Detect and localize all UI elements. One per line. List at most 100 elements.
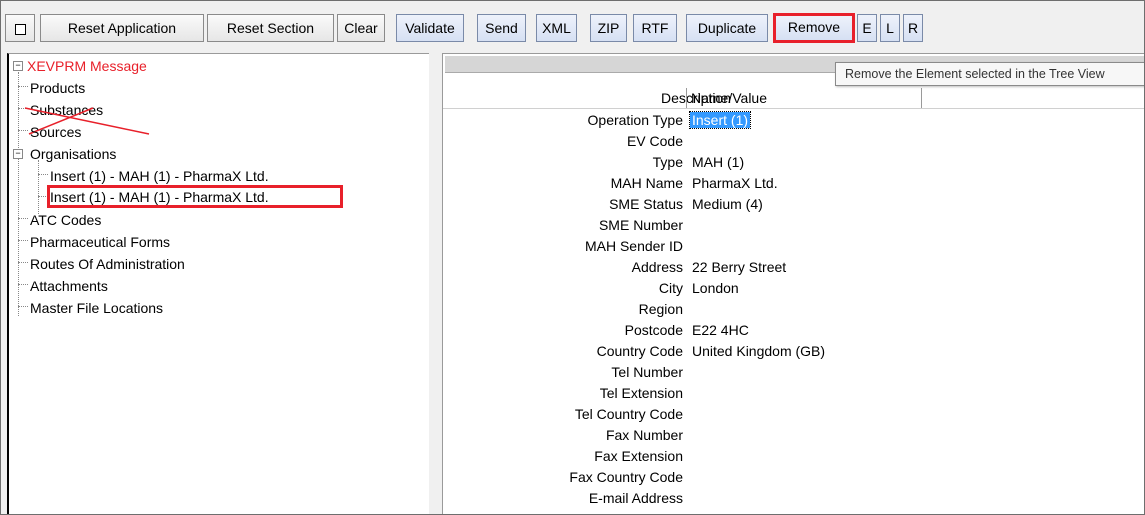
property-row[interactable]: Address 22 Berry Street	[443, 257, 1143, 278]
property-row[interactable]: Tel Country Code	[443, 404, 1143, 425]
property-value[interactable]: London	[692, 278, 739, 299]
property-description: Fax Extension	[594, 448, 683, 464]
tree-view[interactable]: − XEVPRM Message Products Substances Sou…	[9, 54, 429, 514]
property-value[interactable]: 22 Berry Street	[692, 257, 786, 278]
tree-connector	[18, 262, 28, 263]
property-value[interactable]: E22 4HC	[692, 320, 749, 341]
window-menu-button[interactable]	[5, 14, 35, 42]
collapse-icon[interactable]: −	[13, 149, 23, 159]
property-grid-panel[interactable]: Description Name/Value Operation Type Ins…	[442, 53, 1144, 514]
property-row[interactable]: SME Status Medium (4)	[443, 194, 1143, 215]
tree-connector	[18, 306, 28, 307]
validate-button[interactable]: Validate	[396, 14, 464, 42]
column-header-name-value[interactable]: Name/Value	[691, 88, 767, 108]
e-button[interactable]: E	[857, 14, 877, 42]
window-square-icon	[15, 24, 26, 35]
tree-connector	[18, 86, 28, 87]
duplicate-button[interactable]: Duplicate	[686, 14, 768, 42]
property-description: E-mail Address	[588, 490, 683, 506]
property-row[interactable]: Tel Number	[443, 362, 1143, 383]
property-row[interactable]: Comment	[443, 509, 1143, 514]
property-row[interactable]: Fax Extension	[443, 446, 1143, 467]
tree-node-organisation-item[interactable]: Insert (1) - MAH (1) - PharmaX Ltd.	[50, 166, 269, 186]
zip-button[interactable]: ZIP	[590, 14, 627, 42]
tree-node-products[interactable]: Products	[30, 78, 85, 98]
property-description: Comment	[622, 509, 683, 514]
remove-button[interactable]: Remove	[773, 13, 855, 43]
tree-node-sources[interactable]: Sources	[30, 122, 81, 142]
property-row[interactable]: Operation Type Insert (1)	[443, 110, 1143, 131]
reset-section-button[interactable]: Reset Section	[207, 14, 334, 42]
property-value[interactable]: United Kingdom (GB)	[692, 341, 825, 362]
application-window: Reset Application Reset Section Clear Va…	[0, 0, 1145, 515]
property-value-text: MAH (1)	[692, 154, 745, 170]
property-row[interactable]: SME Number	[443, 215, 1143, 236]
property-row[interactable]: Fax Country Code	[443, 467, 1143, 488]
property-description: Address	[631, 259, 683, 275]
tree-node-attachments[interactable]: Attachments	[30, 276, 108, 296]
property-description: Region	[638, 301, 683, 317]
column-separator[interactable]	[686, 88, 687, 108]
header-divider	[443, 108, 1144, 109]
property-value-text: United Kingdom (GB)	[692, 343, 826, 359]
property-description: MAH Name	[610, 175, 683, 191]
property-row[interactable]: Postcode E22 4HC	[443, 320, 1143, 341]
property-value[interactable]: Insert (1)	[688, 110, 752, 131]
property-row[interactable]: MAH Sender ID	[443, 236, 1143, 257]
property-row[interactable]: Region	[443, 299, 1143, 320]
rtf-button[interactable]: RTF	[633, 14, 677, 42]
property-value[interactable]: Medium (4)	[692, 194, 763, 215]
property-description: Fax Country Code	[569, 469, 683, 485]
property-value-text: PharmaX Ltd.	[692, 175, 778, 191]
property-description: Type	[652, 154, 683, 170]
tree-node-root[interactable]: XEVPRM Message	[27, 56, 147, 76]
property-description: Operation Type	[587, 112, 683, 128]
toolbar: Reset Application Reset Section Clear Va…	[1, 1, 1144, 45]
property-description: Fax Number	[605, 427, 683, 443]
l-button[interactable]: L	[880, 14, 900, 42]
property-value[interactable]: MAH (1)	[692, 152, 744, 173]
clear-button[interactable]: Clear	[337, 14, 385, 42]
property-row[interactable]: EV Code	[443, 131, 1143, 152]
property-description: Tel Extension	[599, 385, 683, 401]
tree-connector	[38, 160, 39, 214]
property-row[interactable]: Fax Number	[443, 425, 1143, 446]
tree-connector	[18, 218, 28, 219]
xml-button[interactable]: XML	[536, 14, 577, 42]
property-value-text: 22 Berry Street	[692, 259, 787, 275]
property-value-text: London	[692, 280, 739, 296]
tree-node-organisation-item-selected[interactable]: Insert (1) - MAH (1) - PharmaX Ltd.	[50, 187, 269, 207]
tree-node-atc-codes[interactable]: ATC Codes	[30, 210, 101, 230]
tree-node-routes-of-administration[interactable]: Routes Of Administration	[30, 254, 185, 274]
property-row[interactable]: E-mail Address	[443, 488, 1143, 509]
tree-node-pharmaceutical-forms[interactable]: Pharmaceutical Forms	[30, 232, 170, 252]
property-grid[interactable]: Description Name/Value Operation Type Ins…	[443, 54, 1144, 514]
collapse-icon[interactable]: −	[13, 61, 23, 71]
tree-node-master-file-locations[interactable]: Master File Locations	[30, 298, 163, 318]
property-value[interactable]: PharmaX Ltd.	[692, 173, 778, 194]
property-row[interactable]: Country Code United Kingdom (GB)	[443, 341, 1143, 362]
tree-connector	[38, 174, 48, 175]
tree-node-organisations[interactable]: Organisations	[30, 144, 116, 164]
column-separator[interactable]	[921, 88, 922, 108]
reset-application-button[interactable]: Reset Application	[40, 14, 204, 42]
tree-connector	[18, 284, 28, 285]
property-description: SME Status	[609, 196, 683, 212]
property-description: EV Code	[626, 133, 683, 149]
property-row[interactable]: Type MAH (1)	[443, 152, 1143, 173]
property-row[interactable]: MAH Name PharmaX Ltd.	[443, 173, 1143, 194]
property-description: City	[658, 280, 683, 296]
property-description: Postcode	[624, 322, 683, 338]
property-value-text: Medium (4)	[692, 196, 763, 212]
property-row[interactable]: City London	[443, 278, 1143, 299]
property-description: Tel Number	[611, 364, 683, 380]
panel-splitter[interactable]	[431, 53, 437, 514]
send-button[interactable]: Send	[477, 14, 526, 42]
property-description: Tel Country Code	[574, 406, 683, 422]
tree-view-panel[interactable]: − XEVPRM Message Products Substances Sou…	[7, 53, 429, 514]
r-button[interactable]: R	[903, 14, 923, 42]
property-value-text: Insert (1)	[688, 111, 752, 129]
tree-connector	[18, 240, 28, 241]
property-description: MAH Sender ID	[584, 238, 683, 254]
property-row[interactable]: Tel Extension	[443, 383, 1143, 404]
